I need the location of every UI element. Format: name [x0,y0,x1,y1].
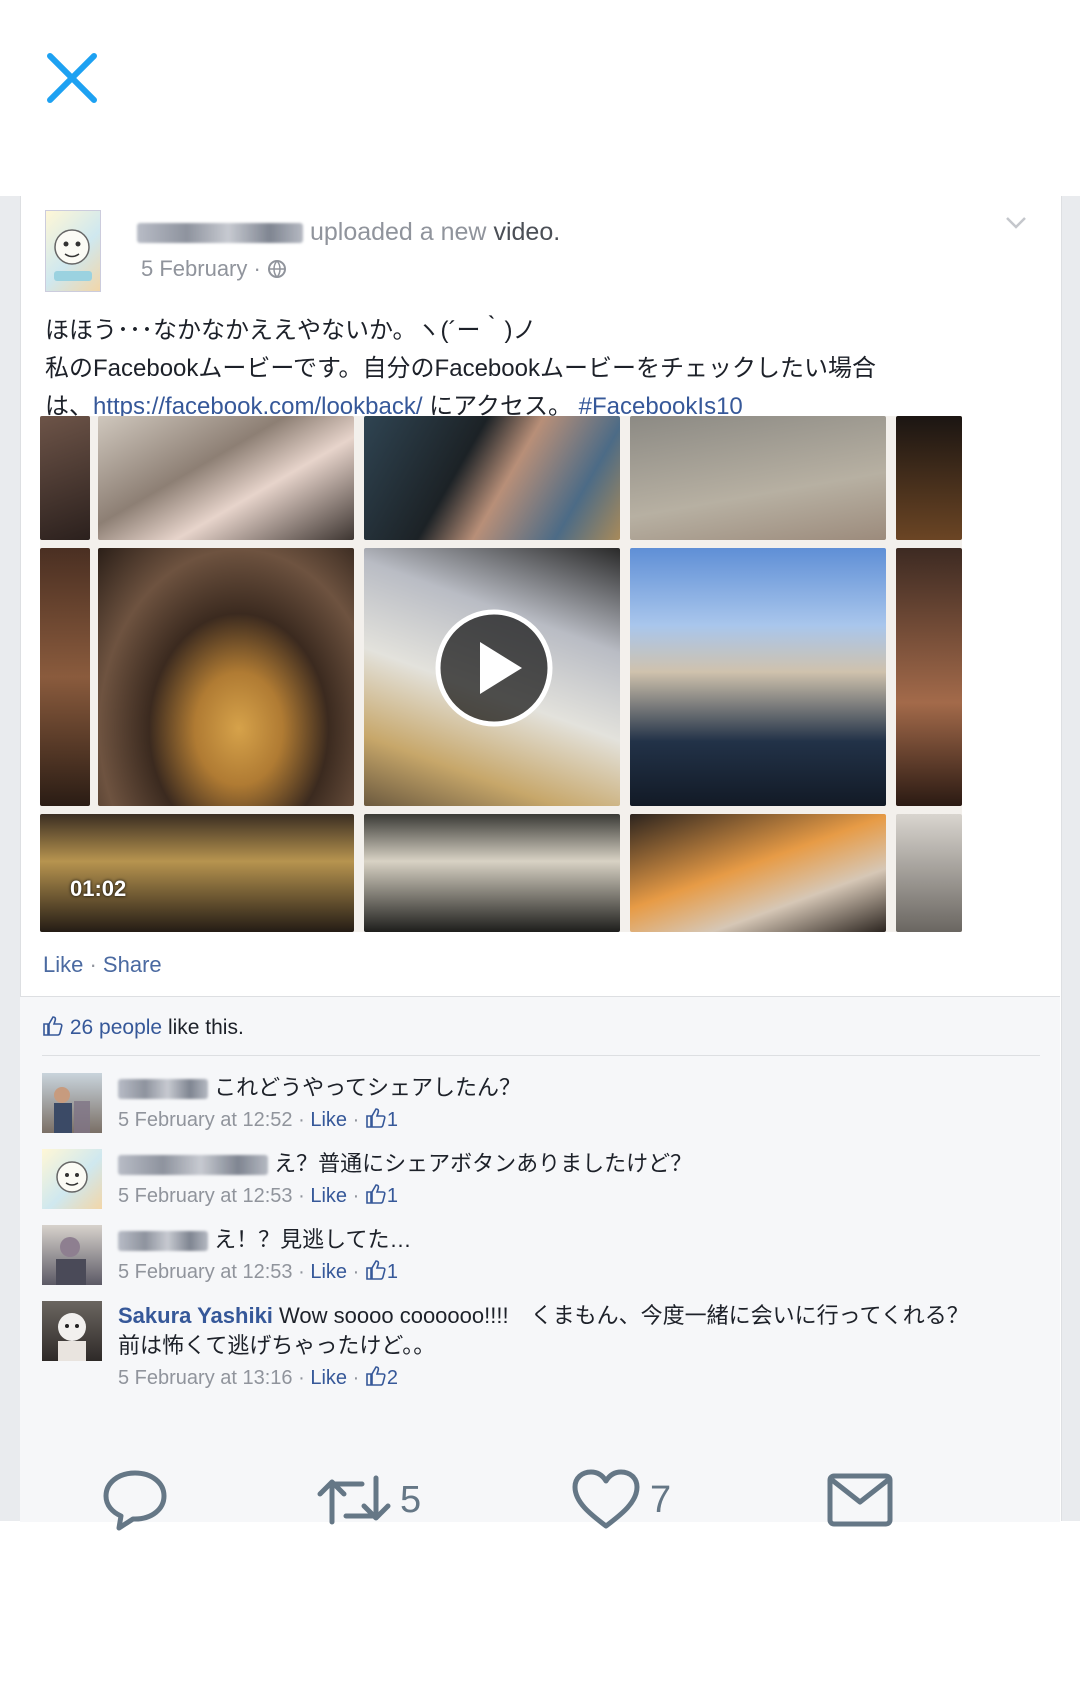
upload-text: uploaded a new [309,218,487,246]
separator: · [83,952,103,977]
photo-tile [98,548,354,806]
post-date-text: 5 February · [141,256,261,281]
commenter-name[interactable]: Sakura Yashiki [118,1303,273,1328]
comment-like-link[interactable]: Like [310,1261,347,1283]
post-actions: Like · Share [43,952,162,978]
divider [42,1055,1040,1056]
comment-text: Sakura Yashiki Wow soooo coooooo!!!! くまも… [118,1301,978,1361]
thumbs-up-icon [366,1184,386,1204]
redacted-name [118,1079,208,1100]
photo-tile [630,814,886,932]
comment-text: え！？見逃してた… [118,1225,978,1255]
post-text-line2: 私のFacebookムービーです。自分のFacebookムービーをチェックしたい… [45,355,876,382]
comment-like-link[interactable]: Like [310,1109,347,1131]
comment-body: え！？見逃してた… [214,1227,412,1252]
like-link[interactable]: Like [43,952,83,977]
photo-tile [364,416,620,540]
comment-body: これどうやってシェアしたん？ [214,1075,522,1100]
thumbs-up-icon [366,1108,386,1128]
comment-meta: 5 February at 12:52 · Like · 1 [118,1107,398,1132]
comment-body: え？普通にシェアボタンありましたけど？ [274,1151,693,1176]
play-icon[interactable] [434,608,554,728]
comment-meta: 5 February at 12:53 · Like · 1 [118,1183,398,1208]
comment-time: 5 February at 12:53 · [118,1261,305,1283]
retweet-count: 5 [400,1478,422,1521]
separator: · [347,1261,365,1283]
comment-like-count: 1 [386,1261,398,1283]
envelope-icon [827,1473,893,1527]
retweet-icon [317,1475,391,1525]
like-button[interactable]: 7 [570,1466,671,1534]
video-link[interactable]: video. [493,218,560,246]
post-date: 5 February · [141,256,287,282]
tweet-action-bar: 5 7 [0,1400,1080,1600]
separator: · [347,1109,365,1131]
commenter-avatar [42,1301,102,1361]
commenter-avatar [42,1073,102,1133]
redacted-name [137,223,303,244]
separator: · [347,1367,365,1389]
photo-tile [40,416,90,540]
post-text: ほほう･･･なかなかええやないか。ヽ(´ー｀)ノ 私のFacebookムービーで… [45,312,1045,426]
comment-like-count: 2 [386,1367,398,1389]
like-suffix: like this. [162,1016,244,1039]
comment-text: え？普通にシェアボタンありましたけど？ [118,1149,978,1179]
retweet-button[interactable]: 5 [316,1466,421,1534]
photo-tile [40,814,354,932]
photo-tile [630,548,886,806]
like-summary: 26 people like this. [42,1015,244,1040]
thumbs-up-icon [43,1016,63,1036]
close-icon[interactable] [44,50,100,106]
post-text-line1: ほほう･･･なかなかええやないか。ヽ(´ー｀)ノ [45,317,537,344]
heart-icon [572,1469,640,1529]
comment-time: 5 February at 12:53 · [118,1185,305,1207]
photo-tile [40,548,90,806]
reply-icon [103,1470,167,1531]
comment-meta: 5 February at 13:16 · Like · 2 [118,1365,398,1390]
photo-tile [630,416,886,540]
redacted-name [118,1155,268,1176]
direct-message-button[interactable] [826,1466,894,1534]
photo-tile [896,548,962,806]
commenter-avatar [42,1149,102,1209]
commenter-avatar [42,1225,102,1285]
like-count[interactable]: 26 people [70,1016,162,1039]
photo-tile [364,814,620,932]
chevron-down-icon[interactable] [1005,216,1027,230]
photo-tile [896,814,962,932]
post-header: uploaded a new video. [137,218,560,247]
comment-like-link[interactable]: Like [310,1367,347,1389]
thumbs-up-icon [366,1366,386,1386]
comment-time: 5 February at 12:52 · [118,1109,305,1131]
comment-like-count: 1 [386,1109,398,1131]
redacted-name [118,1231,208,1252]
comment-like-count: 1 [386,1185,398,1207]
comment-text: これどうやってシェアしたん？ [118,1073,978,1103]
photo-tile [98,416,354,540]
photo-tile [896,416,962,540]
poster-avatar [45,210,101,292]
comment-like-link[interactable]: Like [310,1185,347,1207]
comment-time: 5 February at 13:16 · [118,1367,305,1389]
comment-meta: 5 February at 12:53 · Like · 1 [118,1259,398,1284]
thumbs-up-icon [366,1260,386,1280]
separator: · [347,1185,365,1207]
globe-icon [267,260,286,278]
video-duration: 01:02 [70,876,127,901]
reply-button[interactable] [100,1466,170,1534]
like-count: 7 [650,1478,672,1521]
share-link[interactable]: Share [103,952,162,977]
